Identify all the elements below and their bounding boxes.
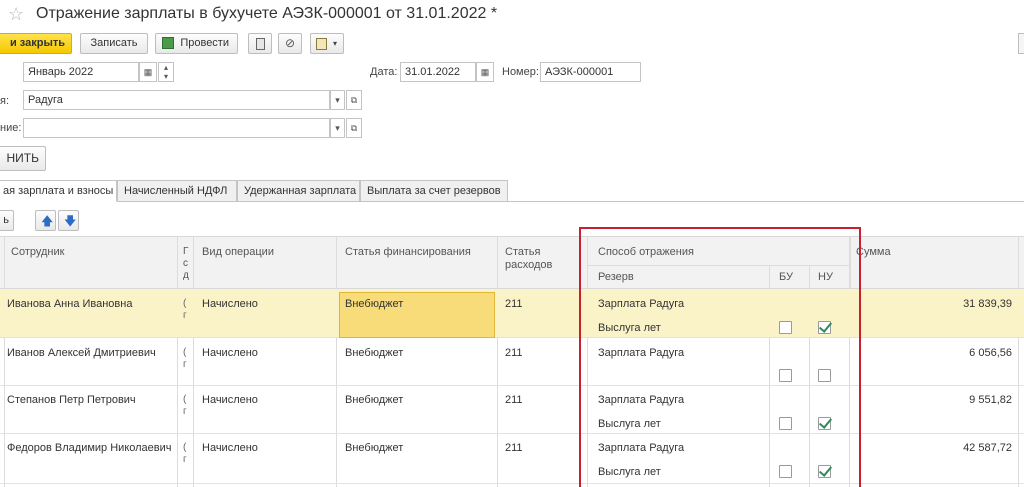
- operation-cell: Начислено: [202, 442, 258, 454]
- col-funding[interactable]: Статья финансирования: [345, 246, 471, 258]
- highlight-box: [579, 227, 861, 487]
- add-row-button[interactable]: ь: [0, 210, 14, 231]
- page-title: Отражение зарплаты в бухучете АЭЗК-00000…: [36, 5, 498, 22]
- funding-cell: Внебюджет: [345, 394, 404, 406]
- more-button[interactable]: [1018, 33, 1024, 54]
- tab-withheld-salary[interactable]: Удержанная зарплата: [237, 180, 360, 202]
- funding-cell: Внебюджет: [345, 347, 404, 359]
- employee-cell: Степанов Петр Петрович: [7, 394, 136, 406]
- expense-cell: 211: [505, 442, 523, 454]
- sum-cell: 42 587,72: [963, 442, 1012, 454]
- operation-cell: Начислено: [202, 394, 258, 406]
- fill-button[interactable]: НИТЬ: [0, 146, 46, 171]
- narrow-cell: ( г: [183, 394, 187, 417]
- department-field[interactable]: [23, 118, 330, 138]
- operation-cell: Начислено: [202, 298, 258, 310]
- number-field[interactable]: АЭЗК-000001: [540, 62, 641, 82]
- month-spinner[interactable]: ▴ ▾: [158, 62, 174, 82]
- department-open-icon[interactable]: ⧉: [346, 118, 362, 138]
- favorite-star-icon[interactable]: ☆: [8, 4, 24, 24]
- report-icon[interactable]: [248, 33, 272, 54]
- organization-label: я:: [0, 95, 10, 107]
- date-label: Дата:: [370, 66, 398, 78]
- expense-cell: 211: [505, 298, 523, 310]
- col-narrow[interactable]: Г с д: [183, 246, 189, 282]
- expense-cell: 211: [505, 394, 523, 406]
- month-field[interactable]: Январь 2022: [23, 62, 139, 82]
- table-row[interactable]: [0, 289, 1024, 338]
- organization-open-icon[interactable]: ⧉: [346, 90, 362, 110]
- date-field[interactable]: 31.01.2022: [400, 62, 476, 82]
- employee-cell: Иванов Алексей Дмитриевич: [7, 347, 156, 359]
- table-row[interactable]: [0, 338, 1024, 386]
- expense-cell: 211: [505, 347, 523, 359]
- sum-cell: 6 056,56: [969, 347, 1012, 359]
- col-employee[interactable]: Сотрудник: [11, 246, 64, 258]
- post-button[interactable]: Провести: [155, 33, 238, 54]
- save-button[interactable]: Записать: [80, 33, 148, 54]
- tab-ndfl[interactable]: Начисленный НДФЛ: [117, 180, 237, 202]
- tab-reserve-payments[interactable]: Выплата за счет резервов: [360, 180, 508, 202]
- narrow-cell: ( г: [183, 442, 187, 465]
- move-down-icon[interactable]: 🡇: [58, 210, 79, 231]
- move-up-icon[interactable]: 🡅: [35, 210, 56, 231]
- col-operation[interactable]: Вид операции: [202, 246, 274, 258]
- salary-table: Сотрудник Г с д Вид операции Статья фина…: [0, 236, 1024, 487]
- funding-cell: Внебюджет: [345, 442, 404, 454]
- post-button-label: Провести: [180, 37, 229, 49]
- sum-cell: 9 551,82: [969, 394, 1012, 406]
- department-label: ние:: [0, 122, 22, 134]
- attach-icon[interactable]: ⊘: [278, 33, 302, 54]
- employee-cell: Иванова Анна Ивановна: [7, 298, 133, 310]
- col-expense[interactable]: Статья расходов: [505, 246, 552, 272]
- post-icon: [162, 37, 174, 49]
- organization-dropdown-icon[interactable]: ▾: [330, 90, 345, 110]
- number-label: Номер:: [502, 66, 539, 78]
- organization-field[interactable]: Радуга: [23, 90, 330, 110]
- operation-cell: Начислено: [202, 347, 258, 359]
- print-menu-icon[interactable]: ▾: [310, 33, 344, 54]
- department-dropdown-icon[interactable]: ▾: [330, 118, 345, 138]
- date-calendar-icon[interactable]: ▦: [476, 62, 494, 82]
- narrow-cell: ( г: [183, 347, 187, 370]
- narrow-cell: ( г: [183, 298, 187, 321]
- tab-accrued-salary[interactable]: ая зарплата и взносы: [0, 180, 117, 202]
- sum-cell: 31 839,39: [963, 298, 1012, 310]
- employee-cell: Федоров Владимир Николаевич: [7, 442, 172, 454]
- col-sum[interactable]: Сумма: [856, 246, 891, 258]
- post-and-close-button[interactable]: и закрыть: [0, 33, 72, 54]
- funding-cell: Внебюджет: [345, 298, 404, 310]
- calendar-icon[interactable]: ▦: [139, 62, 157, 82]
